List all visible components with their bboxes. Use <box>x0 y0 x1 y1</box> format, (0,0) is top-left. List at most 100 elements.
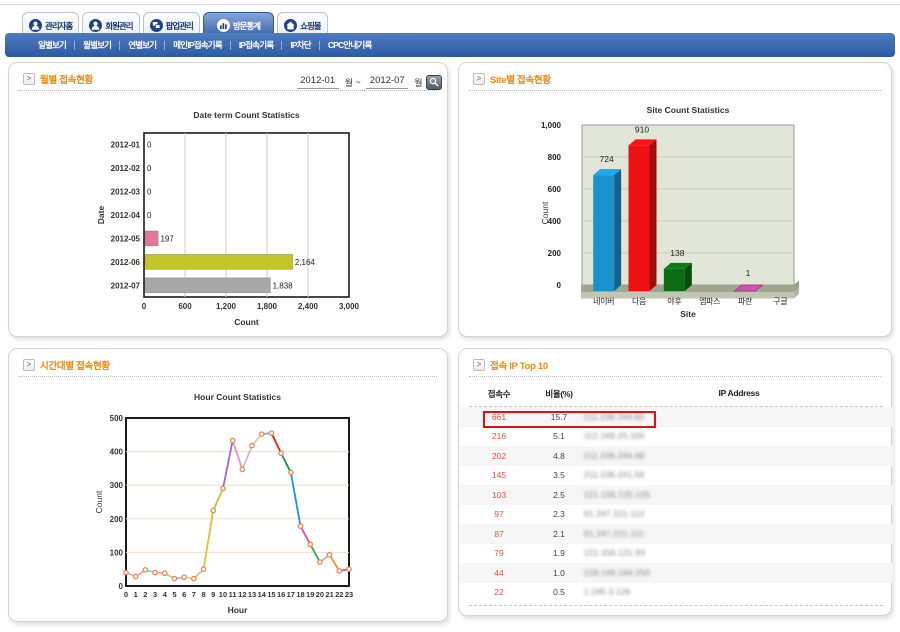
svg-text:0: 0 <box>557 281 562 290</box>
svg-text:Site Count Statistics: Site Count Statistics <box>647 105 730 115</box>
svg-text:1: 1 <box>134 590 138 599</box>
row-ip: 112.169.25.100 <box>584 432 645 441</box>
svg-text:Date term Count Statistics: Date term Count Statistics <box>193 110 300 120</box>
date-term-count-chart: Date term Count Statistics 0 600 1,200 1,800… <box>9 93 449 333</box>
svg-text:구글: 구글 <box>773 297 787 306</box>
svg-text:1,800: 1,800 <box>257 302 278 311</box>
svg-text:2012-06: 2012-06 <box>111 258 141 267</box>
svg-text:5: 5 <box>172 590 176 599</box>
svg-text:600: 600 <box>178 302 192 311</box>
row-ip: 1.245.3.126 <box>584 588 631 597</box>
svg-text:910: 910 <box>635 124 649 134</box>
subnav-item-7[interactable]: CPC안내기록 <box>320 39 380 51</box>
arrow-icon: > <box>473 73 485 85</box>
svg-text:엠파스: 엠파스 <box>699 296 720 306</box>
svg-text:0: 0 <box>147 141 152 150</box>
svg-text:2012-03: 2012-03 <box>111 188 141 197</box>
range-separator: ~ <box>355 77 360 87</box>
panel-ip-title: 접속 IP Top 10 <box>490 358 548 372</box>
svg-text:2012-02: 2012-02 <box>111 164 141 173</box>
svg-text:2,400: 2,400 <box>298 302 319 311</box>
svg-text:100: 100 <box>110 548 124 557</box>
panel-monthly-title: 월별 접속현황 <box>40 72 93 86</box>
row-ip: 218.149.184.250 <box>584 568 650 577</box>
panel-monthly-title-row: > 월별 접속현황 <box>23 71 93 87</box>
svg-text:500: 500 <box>110 414 124 423</box>
svg-text:200: 200 <box>110 515 124 524</box>
svg-text:2012-01: 2012-01 <box>111 141 141 150</box>
row-ip: 211.236.241.56 <box>584 471 645 480</box>
panel-ip-top10: > 접속 IP Top 10 접속수 비율(%) IP Address 6611… <box>458 348 892 616</box>
tab-label: 쇼핑몰 <box>300 20 320 32</box>
month-label-from: 월 <box>345 76 353 89</box>
svg-text:Hour: Hour <box>228 605 249 615</box>
tab-label: 회원관리 <box>105 20 132 32</box>
svg-text:200: 200 <box>548 249 562 258</box>
col-header-ratio: 비율(%) <box>519 388 599 400</box>
row-ip: 121.156.125.105 <box>584 490 650 499</box>
svg-text:네이버: 네이버 <box>593 296 614 306</box>
arrow-icon: > <box>23 359 35 371</box>
subnav-item-2[interactable]: 월별보기 <box>75 39 119 51</box>
person-icon <box>29 19 42 32</box>
sub-navigation: 일별보기월별보기연별보기메인IP접속기록IP접속기록IP차단CPC안내기록 <box>5 33 895 57</box>
dotted-divider <box>19 376 437 377</box>
svg-text:13: 13 <box>248 590 256 599</box>
svg-text:20: 20 <box>316 590 324 599</box>
home-icon <box>284 19 297 32</box>
svg-text:0: 0 <box>147 211 152 220</box>
date-to-input[interactable]: 2012-07 <box>366 75 408 89</box>
svg-text:22: 22 <box>335 590 343 599</box>
svg-text:1,200: 1,200 <box>216 302 237 311</box>
svg-text:Count: Count <box>540 201 550 224</box>
person-icon <box>89 19 102 32</box>
svg-text:400: 400 <box>110 448 124 457</box>
panel-hourly-title: 시간대별 접속현황 <box>40 358 110 372</box>
svg-text:7: 7 <box>192 590 196 599</box>
svg-text:600: 600 <box>548 185 562 194</box>
svg-text:21: 21 <box>325 590 333 599</box>
arrow-icon: > <box>473 359 485 371</box>
subnav-item-3[interactable]: 연별보기 <box>120 39 164 51</box>
svg-text:1,000: 1,000 <box>541 121 562 130</box>
month-label-to: 월 <box>414 76 422 89</box>
ip-table-row: 1032.5121.156.125.105 <box>459 485 893 505</box>
svg-text:2012-07: 2012-07 <box>111 281 141 290</box>
subnav-item-4[interactable]: 메인IP접속기록 <box>165 39 230 51</box>
search-button[interactable] <box>426 75 442 90</box>
svg-text:Count: Count <box>234 317 259 327</box>
row-ip: 211.236.244.68 <box>584 451 645 460</box>
row-ip: 121.156.121.93 <box>584 549 645 558</box>
row-ip: 61.247.221.111 <box>584 529 644 538</box>
dotted-divider <box>469 90 881 91</box>
svg-text:Count: Count <box>94 490 104 513</box>
date-from-input[interactable]: 2012-01 <box>297 75 339 89</box>
svg-text:2,164: 2,164 <box>295 258 316 267</box>
svg-text:800: 800 <box>548 153 562 162</box>
site-count-chart: Site Count Statistics02004006008001,0007… <box>459 93 893 333</box>
svg-text:다음: 다음 <box>632 297 646 306</box>
svg-text:Hour Count Statistics: Hour Count Statistics <box>194 392 281 402</box>
subnav-item-1[interactable]: 일별보기 <box>30 39 74 51</box>
svg-text:1: 1 <box>746 268 751 278</box>
svg-text:15: 15 <box>267 590 275 599</box>
ip-table-row: 1453.5211.236.241.56 <box>459 466 893 486</box>
chart-icon <box>217 19 230 32</box>
svg-text:8: 8 <box>201 590 205 599</box>
svg-text:2012-04: 2012-04 <box>111 211 141 220</box>
ip-table-body: 66115.7211.236.244.822165.1112.169.25.10… <box>459 407 893 602</box>
dashed-divider <box>469 605 883 606</box>
ip-table-row: 2165.1112.169.25.100 <box>459 427 893 447</box>
dotted-divider <box>469 376 881 377</box>
svg-text:17: 17 <box>287 590 295 599</box>
panel-site-stats: > Site별 접속현황 Site Count Statistics020040… <box>458 62 892 337</box>
svg-text:23: 23 <box>345 590 353 599</box>
svg-text:724: 724 <box>600 154 614 164</box>
svg-text:10: 10 <box>219 590 227 599</box>
subnav-item-5[interactable]: IP접속기록 <box>231 39 282 51</box>
highlight-box <box>483 411 656 428</box>
subnav-item-6[interactable]: IP차단 <box>282 39 318 51</box>
svg-text:300: 300 <box>110 481 124 490</box>
panel-ip-title-row: > 접속 IP Top 10 <box>473 357 548 373</box>
ip-table-row: 441.0218.149.184.250 <box>459 563 893 583</box>
